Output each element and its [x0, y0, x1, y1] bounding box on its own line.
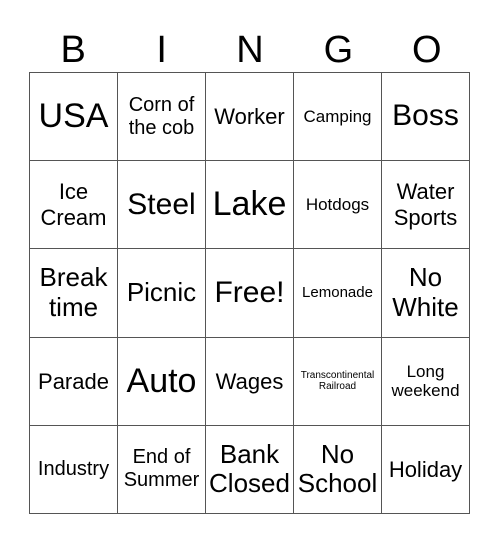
bingo-cell[interactable]: Free! [206, 249, 294, 338]
bingo-cell-text: Corn of the cob [128, 93, 195, 139]
bingo-cell[interactable]: Holiday [382, 425, 470, 514]
bingo-cell-text: Boss [392, 99, 459, 133]
bingo-cell[interactable]: Picnic [118, 249, 206, 338]
bingo-cell-text: Lake [212, 185, 287, 224]
bingo-cell-text: Long weekend [391, 361, 460, 401]
bingo-cell[interactable]: Auto [118, 337, 206, 426]
bingo-cell-text: Water Sports [393, 179, 458, 230]
header-letter-i: I [156, 29, 167, 71]
bingo-cell[interactable]: Boss [382, 73, 470, 162]
bingo-cell-text: Bank Closed [209, 438, 290, 499]
header-letter-o: O [412, 29, 442, 71]
bingo-cell-text: Camping [303, 106, 372, 126]
bingo-cell[interactable]: USA [30, 73, 118, 162]
bingo-cell[interactable]: Wages [206, 337, 294, 426]
bingo-cell-text: Break time [39, 262, 108, 322]
bingo-cell[interactable]: Ice Cream [30, 161, 118, 250]
bingo-cell-text: Steel [127, 187, 196, 221]
bingo-cell-text: No White [392, 262, 459, 322]
bingo-cell[interactable]: No School [294, 425, 382, 514]
bingo-cell-text: Parade [38, 368, 109, 394]
bingo-grid: USA Corn of the cob Worker Camping Boss Ice C… [29, 72, 470, 514]
header-letter-g: G [323, 29, 354, 71]
bingo-cell[interactable]: Lemonade [294, 249, 382, 338]
bingo-cell-text: End of Summer [123, 446, 200, 492]
bingo-cell[interactable]: Camping [294, 73, 382, 162]
bingo-cell[interactable]: Parade [30, 337, 118, 426]
bingo-cell[interactable]: Long weekend [382, 337, 470, 426]
bingo-cell-text: Hotdogs [305, 195, 370, 215]
bingo-cell[interactable]: Water Sports [382, 161, 470, 250]
bingo-cell[interactable]: End of Summer [118, 425, 206, 514]
bingo-header: B I N G O [29, 28, 471, 72]
bingo-cell[interactable]: Corn of the cob [118, 73, 206, 162]
header-letter-b: B [60, 29, 86, 71]
bingo-cell[interactable]: No White [382, 249, 470, 338]
bingo-cell-text: Picnic [126, 277, 197, 308]
bingo-cell-text: Wages [215, 368, 284, 394]
bingo-cell-text: Auto [126, 361, 197, 400]
bingo-cell[interactable]: Bank Closed [206, 425, 294, 514]
header-letter-n: N [236, 29, 264, 71]
bingo-cell[interactable]: Hotdogs [294, 161, 382, 250]
bingo-cell-text: Free! [214, 275, 285, 309]
bingo-cell-text: No School [297, 438, 378, 499]
bingo-cell[interactable]: Steel [118, 161, 206, 250]
bingo-cell-text: Ice Cream [40, 179, 107, 230]
bingo-cell-text: Transcontinental Railroad [300, 369, 375, 393]
bingo-cell-text: Industry [37, 457, 110, 480]
bingo-cell-text: Holiday [388, 456, 463, 482]
bingo-cell[interactable]: Transcontinental Railroad [294, 337, 382, 426]
bingo-cell[interactable]: Industry [30, 425, 118, 514]
bingo-cell-text: Worker [214, 103, 285, 129]
bingo-cell-text: USA [38, 97, 109, 136]
bingo-cell[interactable]: Lake [206, 161, 294, 250]
bingo-cell[interactable]: Worker [206, 73, 294, 162]
bingo-cell[interactable]: Break time [30, 249, 118, 338]
bingo-cell-text: Lemonade [302, 284, 373, 302]
